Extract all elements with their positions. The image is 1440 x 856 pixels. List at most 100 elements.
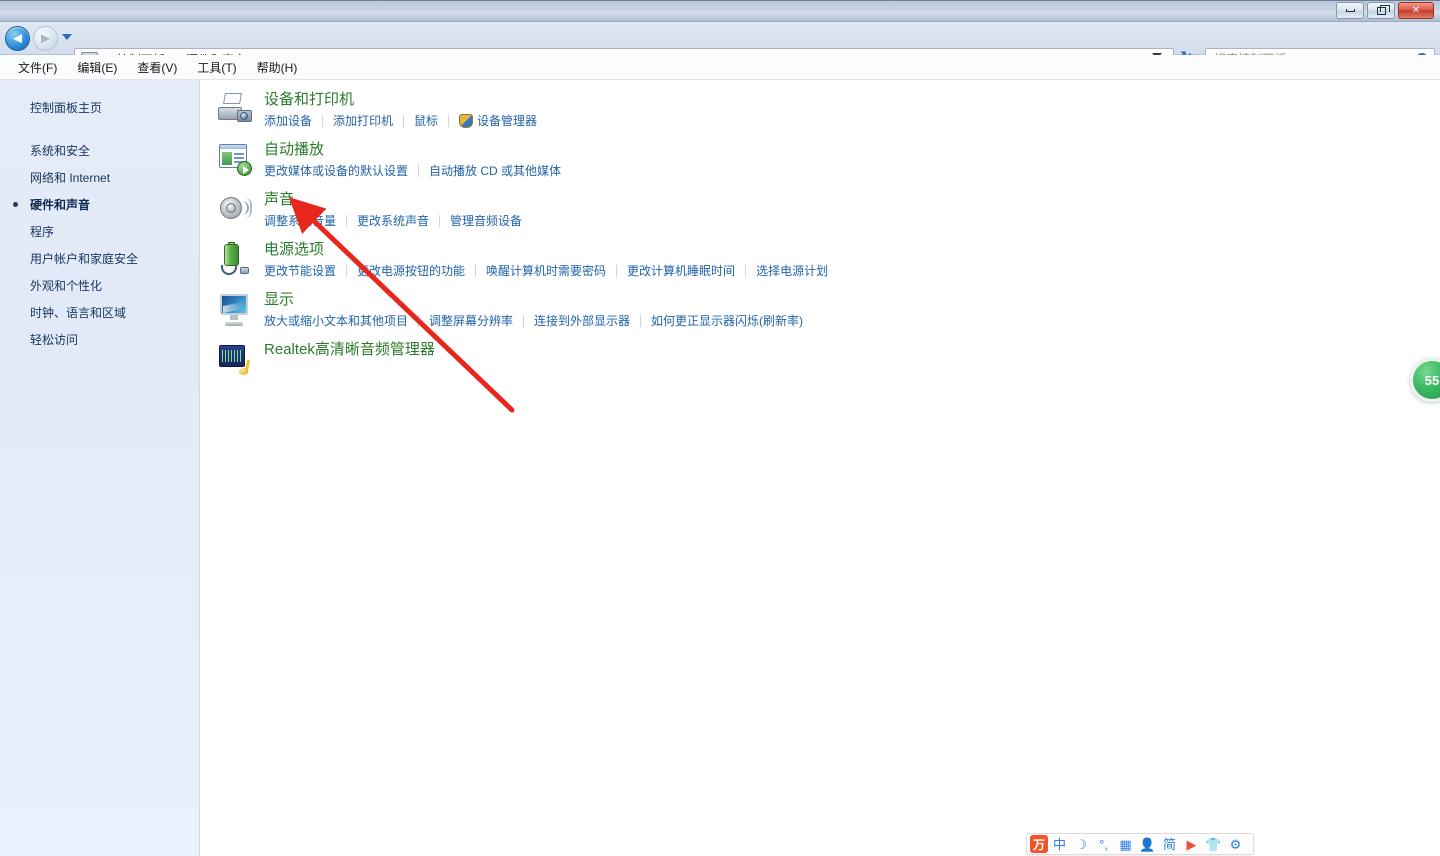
category-title-autoplay[interactable]: 自动播放 (264, 140, 324, 160)
category-title-display[interactable]: 显示 (264, 290, 294, 310)
category-link[interactable]: 更改计算机睡眠时间 (627, 262, 735, 280)
category-link[interactable]: 更改系统声音 (357, 212, 429, 230)
category-link[interactable]: 选择电源计划 (756, 262, 828, 280)
back-button[interactable]: ◄ (5, 26, 30, 51)
category-link-label: 调整系统音量 (264, 214, 337, 228)
chinese-english-toggle[interactable]: 中 (1049, 835, 1070, 853)
main-content: 设备和打印机 添加设备 添加打印机 鼠标 设备管理器 自动播放 更改媒体或设备的默认设置 自动… (200, 80, 1440, 856)
printer-camera-icon (218, 92, 252, 126)
category-display: 显示放大或缩小文本和其他项目 调整屏幕分辨率 连接到外部显示器 如何更正显示器闪烁(刷… (200, 280, 1440, 330)
category-body: 声音调整系统音量 更改系统声音 管理音频设备 (220, 190, 1440, 230)
sidebar-item-label: 外观和个性化 (30, 279, 103, 293)
category-link[interactable]: 添加设备 (264, 112, 312, 130)
sidebar-item-label: 网络和 Internet (30, 171, 111, 185)
category-link-label: 放大或缩小文本和其他项目 (264, 314, 409, 328)
link-separator (640, 315, 642, 327)
video-icon[interactable]: ▶ (1181, 835, 1202, 853)
category-devices-and-printers: 设备和打印机添加设备 添加打印机 鼠标 设备管理器 (200, 80, 1440, 130)
soft-keyboard-icon[interactable]: ▦ (1115, 835, 1136, 853)
category-link[interactable]: 更改电源按钮的功能 (357, 262, 465, 280)
category-title-power-options[interactable]: 电源选项 (264, 240, 324, 260)
category-power-options: 电源选项更改节能设置 更改电源按钮的功能 唤醒计算机时需要密码 更改计算机睡眠时间 选择… (200, 230, 1440, 280)
sidebar-item-8[interactable]: 轻松访问 (0, 326, 199, 353)
recent-pages-chevron-down-icon[interactable] (62, 34, 72, 40)
category-link[interactable]: 管理音频设备 (450, 212, 522, 230)
sidebar-item-3[interactable]: 硬件和声音 (0, 191, 199, 218)
sidebar-item-label: 程序 (30, 225, 55, 239)
category-link[interactable]: 更改节能设置 (264, 262, 336, 280)
category-link[interactable]: 添加打印机 (333, 112, 393, 130)
category-title-sound[interactable]: 声音 (264, 190, 294, 210)
category-link[interactable]: 调整屏幕分辨率 (429, 312, 513, 330)
close-button[interactable]: ✕ (1398, 2, 1434, 19)
category-link[interactable]: 更改媒体或设备的默认设置 (264, 162, 408, 180)
menu-view[interactable]: 查看(V) (127, 56, 187, 79)
menu-edit[interactable]: 编辑(E) (67, 56, 127, 79)
category-link[interactable]: 唤醒计算机时需要密码 (486, 262, 606, 280)
category-title-devices-and-printers[interactable]: 设备和打印机 (264, 90, 354, 110)
menu-file[interactable]: 文件(F) (8, 56, 67, 79)
category-link[interactable]: 调整系统音量 (264, 212, 336, 230)
category-link[interactable]: 设备管理器 (459, 112, 537, 130)
menu-help[interactable]: 帮助(H) (247, 56, 308, 79)
category-body: 设备和打印机添加设备 添加打印机 鼠标 设备管理器 (220, 90, 1440, 130)
link-separator (448, 115, 450, 127)
menu-tools[interactable]: 工具(T) (187, 56, 246, 79)
address-toolbar: ◄ ► ▶ 控制面板 ▶ 硬件和声音 ▶ ↻ (0, 22, 1440, 70)
restore-icon (1376, 4, 1390, 15)
category-realtek-hd-audio-manager: Realtek高清晰音频管理器 (200, 330, 1440, 375)
ime-logo[interactable]: 万 (1030, 835, 1048, 853)
link-separator (418, 315, 420, 327)
speaker-icon (218, 192, 252, 226)
category-autoplay: 自动播放更改媒体或设备的默认设置 自动播放 CD 或其他媒体 (200, 130, 1440, 180)
moon-icon[interactable]: ☽ (1071, 835, 1092, 853)
category-link[interactable]: 放大或缩小文本和其他项目 (264, 312, 408, 330)
category-link-label: 选择电源计划 (756, 264, 829, 278)
menu-bar: 文件(F) 编辑(E) 查看(V) 工具(T) 帮助(H) (0, 55, 1440, 80)
link-separator (616, 265, 618, 277)
user-icon[interactable]: 👤 (1137, 835, 1158, 853)
category-link-label: 更改媒体或设备的默认设置 (264, 164, 409, 178)
window-title-bar: ✕ (0, 0, 1440, 22)
category-link-label: 管理音频设备 (450, 214, 523, 228)
category-link-label: 添加设备 (264, 114, 313, 128)
sidebar-item-control-panel-home[interactable]: 控制面板主页 (0, 95, 199, 120)
category-title-realtek-hd-audio-manager[interactable]: Realtek高清晰音频管理器 (264, 340, 435, 360)
sidebar-item-5[interactable]: 用户帐户和家庭安全 (0, 245, 199, 272)
forward-button[interactable]: ► (33, 26, 58, 51)
category-link[interactable]: 如何更正显示器闪烁(刷新率) (651, 312, 803, 330)
link-separator (745, 265, 747, 277)
sidebar-item-4[interactable]: 程序 (0, 218, 199, 245)
sidebar-item-6[interactable]: 外观和个性化 (0, 272, 199, 299)
category-link-label: 唤醒计算机时需要密码 (486, 264, 607, 278)
sidebar-item-label: 系统和安全 (30, 144, 91, 158)
minimize-button[interactable] (1336, 2, 1364, 19)
category-link-label: 调整屏幕分辨率 (429, 314, 514, 328)
skin-icon[interactable]: 👕 (1203, 835, 1224, 853)
link-separator (403, 115, 405, 127)
ime-toolbar: 万中 ☽ °, ▦ 👤 简 ▶ 👕 ⚙ (1026, 833, 1254, 855)
category-link-label: 更改电源按钮的功能 (357, 264, 466, 278)
link-separator (475, 265, 477, 277)
sidebar-item-7[interactable]: 时钟、语言和区域 (0, 299, 199, 326)
simplified-chinese-icon[interactable]: 简 (1159, 835, 1180, 853)
category-link-label: 如何更正显示器闪烁(刷新率) (651, 314, 804, 328)
category-link-label: 更改计算机睡眠时间 (627, 264, 736, 278)
maximize-restore-button[interactable] (1367, 2, 1395, 19)
category-link[interactable]: 连接到外部显示器 (534, 312, 630, 330)
category-link[interactable]: 自动播放 CD 或其他媒体 (429, 162, 561, 180)
sidebar: 控制面板主页 系统和安全网络和 Internet 硬件和声音程序用户帐户和家庭安全… (0, 80, 200, 856)
link-separator (418, 165, 420, 177)
realtek-audio-icon (218, 342, 252, 376)
sidebar-item-2[interactable]: 网络和 Internet (0, 164, 199, 191)
sidebar-item-label: 时钟、语言和区域 (30, 306, 127, 320)
category-list: 设备和打印机 添加设备 添加打印机 鼠标 设备管理器 自动播放 更改媒体或设备的默认设置 自动… (200, 80, 1440, 375)
category-link[interactable]: 鼠标 (414, 112, 438, 130)
punctuation-icon[interactable]: °, (1093, 835, 1114, 853)
category-body: 电源选项更改节能设置 更改电源按钮的功能 唤醒计算机时需要密码 更改计算机睡眠时间 选择… (220, 240, 1440, 280)
settings-gear-icon[interactable]: ⚙ (1225, 835, 1246, 853)
sidebar-item-1[interactable]: 系统和安全 (0, 137, 199, 164)
link-separator (322, 115, 324, 127)
link-separator (439, 215, 441, 227)
